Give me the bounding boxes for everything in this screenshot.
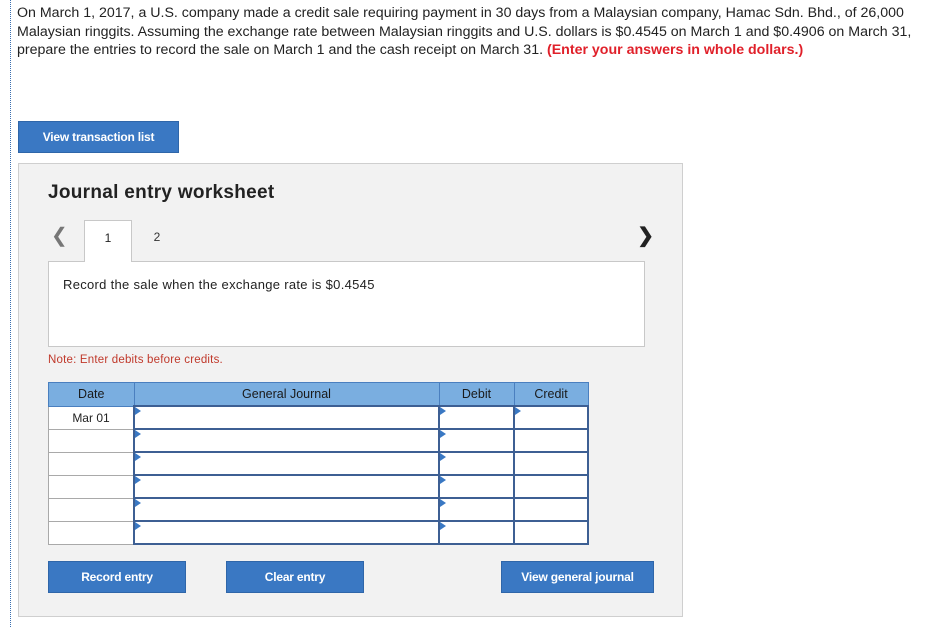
debit-credit-note: Note: Enter debits before credits. — [48, 354, 223, 366]
table-row: Mar 01 — [48, 405, 589, 430]
credit-input[interactable] — [513, 520, 589, 545]
table-row — [48, 520, 589, 545]
account-select[interactable] — [133, 474, 440, 499]
date-cell — [48, 520, 135, 545]
dropdown-flag-icon — [440, 430, 446, 438]
credit-input[interactable] — [513, 451, 589, 476]
dropdown-flag-icon — [440, 476, 446, 484]
record-entry-button[interactable]: Record entry — [48, 561, 186, 593]
dropdown-flag-icon — [135, 453, 141, 461]
dropdown-flag-icon — [440, 499, 446, 507]
date-cell — [48, 497, 135, 522]
debit-input[interactable] — [438, 428, 515, 453]
date-cell — [48, 451, 135, 476]
journal-worksheet-panel: Journal entry worksheet ❮ 1 2 ❯ Record t… — [18, 163, 683, 617]
credit-input[interactable] — [513, 428, 589, 453]
chevron-left-icon[interactable]: ❮ — [51, 226, 68, 246]
date-cell — [48, 474, 135, 499]
debit-input[interactable] — [438, 405, 515, 430]
dropdown-flag-icon — [135, 499, 141, 507]
table-row — [48, 451, 589, 476]
tab-2[interactable]: 2 — [133, 220, 181, 260]
view-general-journal-button[interactable]: View general journal — [501, 561, 654, 593]
account-select[interactable] — [133, 428, 440, 453]
date-cell — [48, 428, 135, 453]
credit-input[interactable] — [513, 497, 589, 522]
question-text: On March 1, 2017, a U.S. company made a … — [17, 4, 932, 60]
dropdown-flag-icon — [135, 476, 141, 484]
left-dotted-rule — [10, 0, 11, 627]
journal-table: Date General Journal Debit Credit Mar 01 — [48, 382, 589, 545]
clear-entry-button[interactable]: Clear entry — [226, 561, 364, 593]
account-select[interactable] — [133, 405, 440, 430]
account-select[interactable] — [133, 451, 440, 476]
debit-input[interactable] — [438, 520, 515, 545]
dropdown-flag-icon — [135, 407, 141, 415]
col-debit-header: Debit — [438, 382, 515, 407]
dropdown-flag-icon — [440, 407, 446, 415]
tab-1[interactable]: 1 — [84, 220, 132, 262]
date-cell: Mar 01 — [48, 405, 135, 430]
col-date-header: Date — [48, 382, 135, 407]
account-select[interactable] — [133, 497, 440, 522]
table-row — [48, 474, 589, 499]
debit-input[interactable] — [438, 451, 515, 476]
dropdown-flag-icon — [440, 522, 446, 530]
col-general-journal-header: General Journal — [133, 382, 440, 407]
dropdown-flag-icon — [135, 522, 141, 530]
entry-description-box: Record the sale when the exchange rate i… — [48, 261, 645, 347]
table-row — [48, 497, 589, 522]
table-row — [48, 428, 589, 453]
worksheet-title: Journal entry worksheet — [48, 182, 275, 203]
credit-input[interactable] — [513, 474, 589, 499]
debit-input[interactable] — [438, 474, 515, 499]
question-emphasis: (Enter your answers in whole dollars.) — [546, 42, 804, 58]
view-transaction-list-button[interactable]: View transaction list — [18, 121, 179, 153]
dropdown-flag-icon — [135, 430, 141, 438]
credit-input[interactable] — [513, 405, 589, 430]
chevron-right-icon[interactable]: ❯ — [637, 226, 654, 246]
dropdown-flag-icon — [440, 453, 446, 461]
account-select[interactable] — [133, 520, 440, 545]
col-credit-header: Credit — [513, 382, 589, 407]
dropdown-flag-icon — [515, 407, 521, 415]
entry-description: Record the sale when the exchange rate i… — [63, 277, 375, 292]
debit-input[interactable] — [438, 497, 515, 522]
